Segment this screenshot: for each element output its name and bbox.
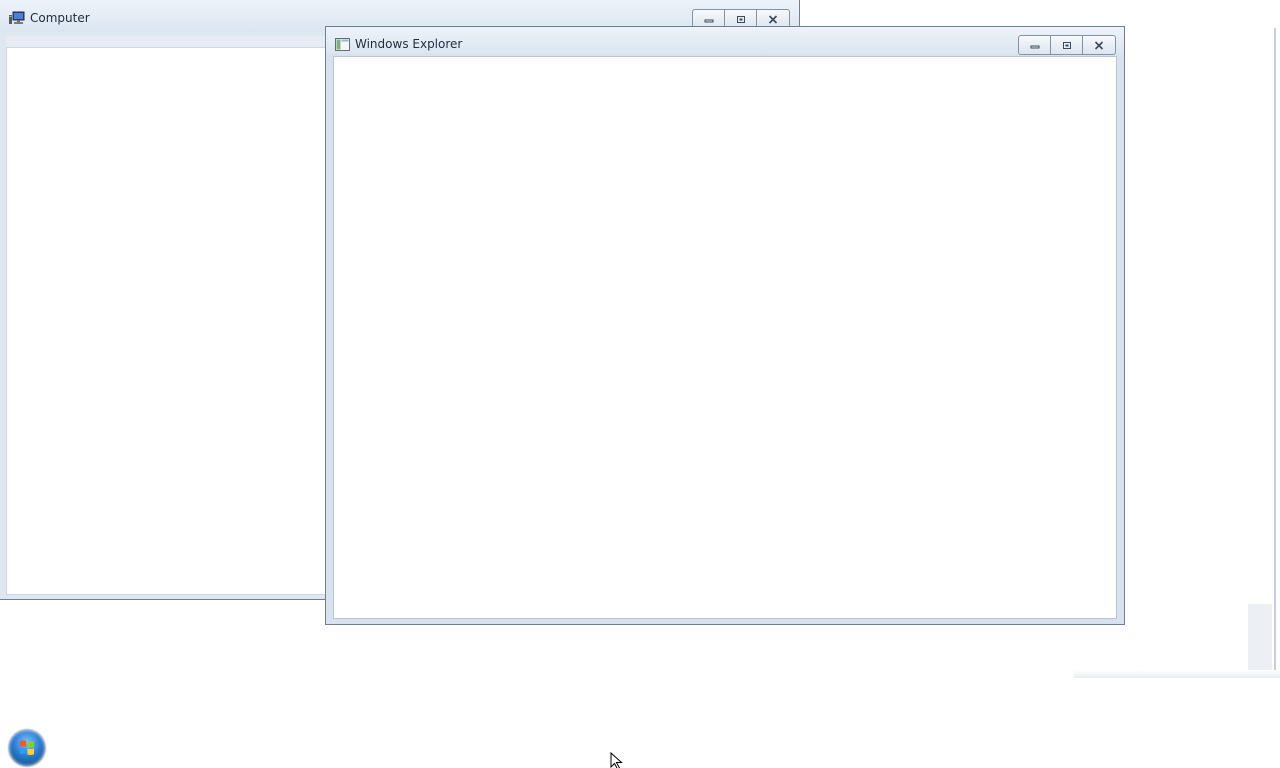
explorer-client-area[interactable]: [333, 56, 1117, 619]
explorer-window[interactable]: Windows Explorer: [325, 26, 1125, 625]
computer-window-title: Computer: [30, 11, 90, 25]
maximize-icon: [1062, 41, 1071, 49]
explorer-caption-buttons: [1018, 35, 1116, 55]
background-window-edge: [1124, 28, 1276, 678]
explorer-minimize-button[interactable]: [1019, 36, 1051, 54]
background-window-scroll-region: [1248, 604, 1272, 670]
explorer-close-button[interactable]: [1083, 36, 1115, 54]
windows-start-orb-icon: [20, 740, 34, 756]
start-button[interactable]: [9, 730, 45, 766]
computer-client-area[interactable]: [6, 47, 327, 595]
minimize-icon: [704, 19, 713, 23]
explorer-maximize-button[interactable]: [1051, 36, 1083, 54]
computer-icon: [9, 10, 25, 24]
mouse-pointer-icon: [610, 752, 623, 768]
explorer-window-title: Windows Explorer: [355, 37, 463, 51]
minimize-icon: [1030, 45, 1039, 49]
folder-window-icon: [335, 37, 351, 51]
maximize-icon: [736, 15, 745, 23]
desktop: Computer Windows Explorer: [0, 0, 1280, 768]
explorer-titlebar[interactable]: Windows Explorer: [326, 27, 1124, 55]
close-icon: [1094, 40, 1104, 50]
close-icon: [768, 14, 778, 24]
background-window-bottom-edge: [1074, 670, 1280, 678]
